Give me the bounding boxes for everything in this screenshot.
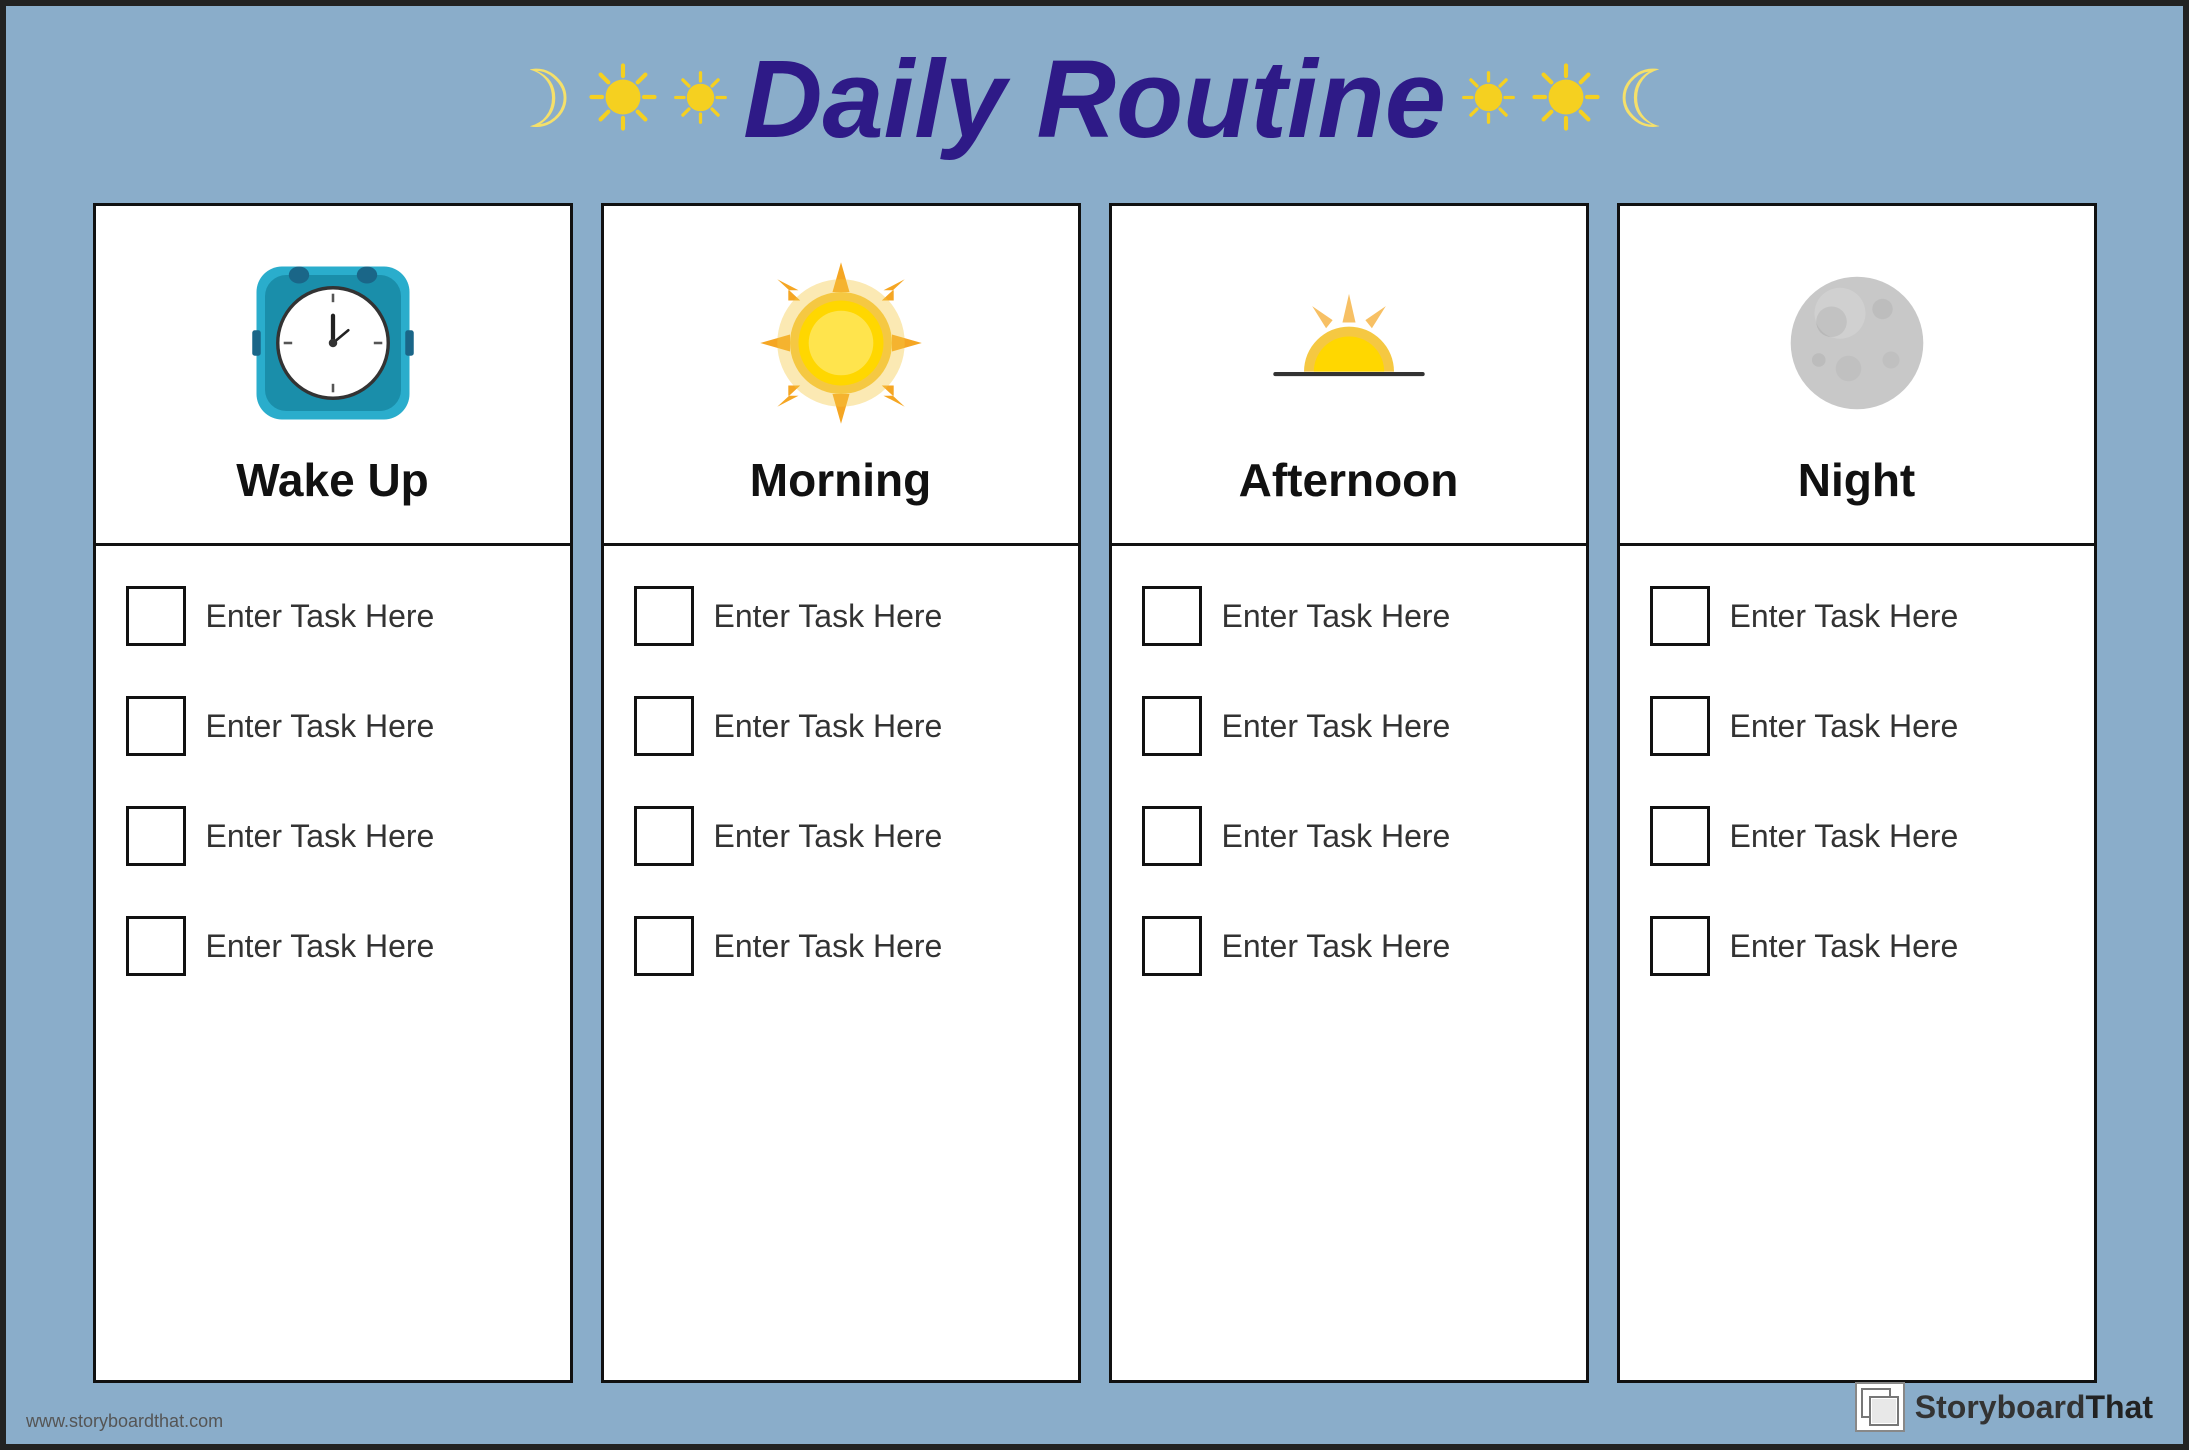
afternoon-icon [1259,253,1439,433]
column-afternoon: Afternoon Enter Task Here Enter Task Her… [1109,203,1589,1383]
task-item: Enter Task Here [126,696,540,756]
column-night: Night Enter Task Here Enter Task Here En… [1617,203,2097,1383]
task-checkbox[interactable] [126,586,186,646]
task-label: Enter Task Here [1730,818,1959,855]
task-item: Enter Task Here [1650,586,2064,646]
columns-container: Wake Up Enter Task Here Enter Task Here … [6,203,2183,1383]
clock-icon [243,253,423,433]
task-label: Enter Task Here [1222,708,1451,745]
task-checkbox[interactable] [1142,806,1202,866]
task-item: Enter Task Here [1142,916,1556,976]
wake-up-tasks: Enter Task Here Enter Task Here Enter Ta… [96,546,570,1380]
task-item: Enter Task Here [1142,806,1556,866]
task-checkbox[interactable] [1650,806,1710,866]
footer-website: www.storyboardthat.com [26,1411,223,1432]
column-morning-header: Morning [604,206,1078,546]
column-morning: Morning Enter Task Here Enter Task Here … [601,203,1081,1383]
task-label: Enter Task Here [206,928,435,965]
sun-left2-icon [673,70,728,130]
afternoon-tasks: Enter Task Here Enter Task Here Enter Ta… [1112,546,1586,1380]
task-checkbox[interactable] [126,916,186,976]
task-label: Enter Task Here [206,598,435,635]
task-checkbox[interactable] [126,806,186,866]
task-checkbox[interactable] [1142,586,1202,646]
task-checkbox[interactable] [126,696,186,756]
night-moon-icon [1767,253,1947,433]
task-label: Enter Task Here [1222,598,1451,635]
task-item: Enter Task Here [126,806,540,866]
task-label: Enter Task Here [714,598,943,635]
task-item: Enter Task Here [126,586,540,646]
moon-right-icon: ☾ [1616,53,1688,146]
task-item: Enter Task Here [1142,586,1556,646]
sun-right2-icon [1531,62,1601,137]
task-label: Enter Task Here [714,818,943,855]
task-item: Enter Task Here [634,916,1048,976]
task-label: Enter Task Here [206,708,435,745]
morning-tasks: Enter Task Here Enter Task Here Enter Ta… [604,546,1078,1380]
task-item: Enter Task Here [634,586,1048,646]
task-item: Enter Task Here [634,806,1048,866]
task-checkbox[interactable] [634,696,694,756]
task-checkbox[interactable] [634,916,694,976]
task-label: Enter Task Here [714,708,943,745]
task-checkbox[interactable] [1142,916,1202,976]
night-tasks: Enter Task Here Enter Task Here Enter Ta… [1620,546,2094,1380]
task-item: Enter Task Here [1650,806,2064,866]
task-item: Enter Task Here [126,916,540,976]
wake-up-title: Wake Up [236,453,429,507]
moon-left-icon: ☽ [501,53,573,146]
storyboard-logo-icon [1855,1382,1905,1432]
task-checkbox[interactable] [634,806,694,866]
column-afternoon-header: Afternoon [1112,206,1586,546]
task-label: Enter Task Here [1222,818,1451,855]
task-checkbox[interactable] [1650,916,1710,976]
footer-logo-text: StoryboardThat [1915,1389,2153,1426]
footer-logo: StoryboardThat [1855,1382,2153,1432]
sun-right1-icon [1461,70,1516,130]
task-checkbox[interactable] [634,586,694,646]
sun-left-icon [588,62,658,137]
task-item: Enter Task Here [634,696,1048,756]
column-wake-up-header: Wake Up [96,206,570,546]
task-item: Enter Task Here [1650,696,2064,756]
task-checkbox[interactable] [1650,696,1710,756]
task-label: Enter Task Here [1730,708,1959,745]
column-wake-up: Wake Up Enter Task Here Enter Task Here … [93,203,573,1383]
morning-sun-icon [751,253,931,433]
logo-bold: That [2085,1389,2153,1425]
page-title: Daily Routine [743,36,1446,163]
task-label: Enter Task Here [206,818,435,855]
task-label: Enter Task Here [1730,598,1959,635]
page-header: ☽ [6,6,2183,183]
task-label: Enter Task Here [1222,928,1451,965]
task-checkbox[interactable] [1650,586,1710,646]
task-item: Enter Task Here [1650,916,2064,976]
night-title: Night [1798,453,1916,507]
afternoon-title: Afternoon [1239,453,1459,507]
task-label: Enter Task Here [1730,928,1959,965]
morning-title: Morning [750,453,931,507]
task-label: Enter Task Here [714,928,943,965]
column-night-header: Night [1620,206,2094,546]
logo-normal: Storyboard [1915,1389,2086,1425]
task-checkbox[interactable] [1142,696,1202,756]
task-item: Enter Task Here [1142,696,1556,756]
